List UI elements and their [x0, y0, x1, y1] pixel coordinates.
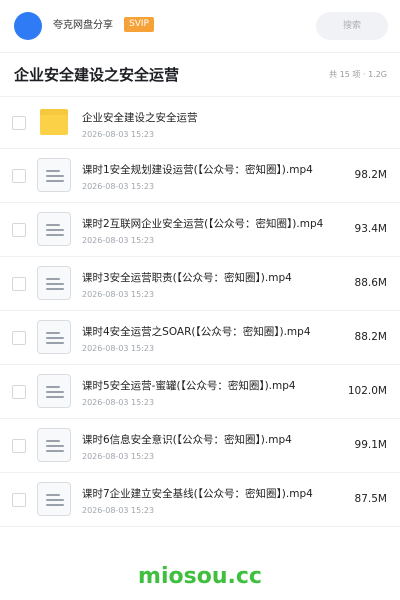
- row-checkbox[interactable]: [12, 169, 26, 183]
- file-size: 88.6M: [354, 277, 387, 289]
- file-summary: 共 15 项 · 1.2G: [329, 70, 387, 79]
- file-date: 2026-08-03 15:23: [82, 506, 155, 515]
- file-name[interactable]: 课时6信息安全意识(【公众号：密知圈】).mp4: [82, 433, 344, 448]
- list-item[interactable]: 课时6信息安全意识(【公众号：密知圈】).mp4 2026-08-03 15:2…: [0, 419, 400, 473]
- list-item[interactable]: 课时7企业建立安全基线(【公众号：密知圈】).mp4 2026-08-03 15…: [0, 473, 400, 527]
- list-item[interactable]: 课时5安全运营-蜜罐(【公众号：密知圈】).mp4 2026-08-03 15:…: [0, 365, 400, 419]
- list-item[interactable]: 课时3安全运营职责(【公众号：密知圈】).mp4 2026-08-03 15:2…: [0, 257, 400, 311]
- row-checkbox[interactable]: [12, 385, 26, 399]
- file-size: 93.4M: [354, 223, 387, 235]
- file-name[interactable]: 课时5安全运营-蜜罐(【公众号：密知圈】).mp4: [82, 379, 344, 394]
- file-name[interactable]: 课时2互联网企业安全运营(【公众号：密知圈】).mp4: [82, 217, 344, 232]
- file-name[interactable]: 企业安全建设之安全运营: [82, 111, 344, 126]
- file-size: 102.0M: [347, 385, 387, 397]
- row-checkbox[interactable]: [12, 223, 26, 237]
- file-list: 企业安全建设之安全运营 2026-08-03 15:23 课时1安全规划建设运营…: [0, 97, 400, 527]
- avatar[interactable]: [14, 12, 42, 40]
- file-date: 2026-08-03 15:23: [82, 344, 155, 353]
- file-date: 2026-08-03 15:23: [82, 290, 155, 299]
- file-date: 2026-08-03 15:23: [82, 182, 155, 191]
- video-file-icon: [37, 428, 71, 462]
- file-size: 87.5M: [354, 493, 387, 505]
- video-file-icon: [37, 482, 71, 516]
- row-checkbox[interactable]: [12, 331, 26, 345]
- video-file-icon: [37, 158, 71, 192]
- svip-badge: SVIP: [124, 17, 154, 32]
- file-size: 99.1M: [354, 439, 387, 451]
- file-date: 2026-08-03 15:23: [82, 452, 155, 461]
- page-title: 企业安全建设之安全运营: [14, 66, 180, 84]
- file-size: 88.2M: [354, 331, 387, 343]
- video-file-icon: [37, 320, 71, 354]
- list-item-folder[interactable]: 企业安全建设之安全运营 2026-08-03 15:23: [0, 97, 400, 149]
- list-item[interactable]: 课时1安全规划建设运营(【公众号：密知圈】).mp4 2026-08-03 15…: [0, 149, 400, 203]
- file-date: 2026-08-03 15:23: [82, 398, 155, 407]
- file-name[interactable]: 课时1安全规划建设运营(【公众号：密知圈】).mp4: [82, 163, 344, 178]
- file-name[interactable]: 课时3安全运营职责(【公众号：密知圈】).mp4: [82, 271, 344, 286]
- watermark: miosou.cc: [138, 564, 262, 589]
- folder-icon: [40, 109, 68, 135]
- video-file-icon: [37, 266, 71, 300]
- file-name[interactable]: 课时4安全运营之SOAR(【公众号：密知圈】).mp4: [82, 325, 344, 340]
- video-file-icon: [37, 374, 71, 408]
- file-date: 2026-08-03 15:23: [82, 130, 155, 139]
- file-size: 98.2M: [354, 169, 387, 181]
- search-input[interactable]: 搜索: [316, 12, 388, 40]
- list-item[interactable]: 课时2互联网企业安全运营(【公众号：密知圈】).mp4 2026-08-03 1…: [0, 203, 400, 257]
- list-item[interactable]: 课时4安全运营之SOAR(【公众号：密知圈】).mp4 2026-08-03 1…: [0, 311, 400, 365]
- file-date: 2026-08-03 15:23: [82, 236, 155, 245]
- title-bar: 企业安全建设之安全运营 共 15 项 · 1.2G: [0, 53, 400, 97]
- app-name: 夸克网盘分享: [53, 20, 113, 31]
- header: 夸克网盘分享 SVIP 搜索: [0, 0, 400, 53]
- row-checkbox[interactable]: [12, 493, 26, 507]
- row-checkbox[interactable]: [12, 277, 26, 291]
- row-checkbox[interactable]: [12, 116, 26, 130]
- video-file-icon: [37, 212, 71, 246]
- file-name[interactable]: 课时7企业建立安全基线(【公众号：密知圈】).mp4: [82, 487, 344, 502]
- row-checkbox[interactable]: [12, 439, 26, 453]
